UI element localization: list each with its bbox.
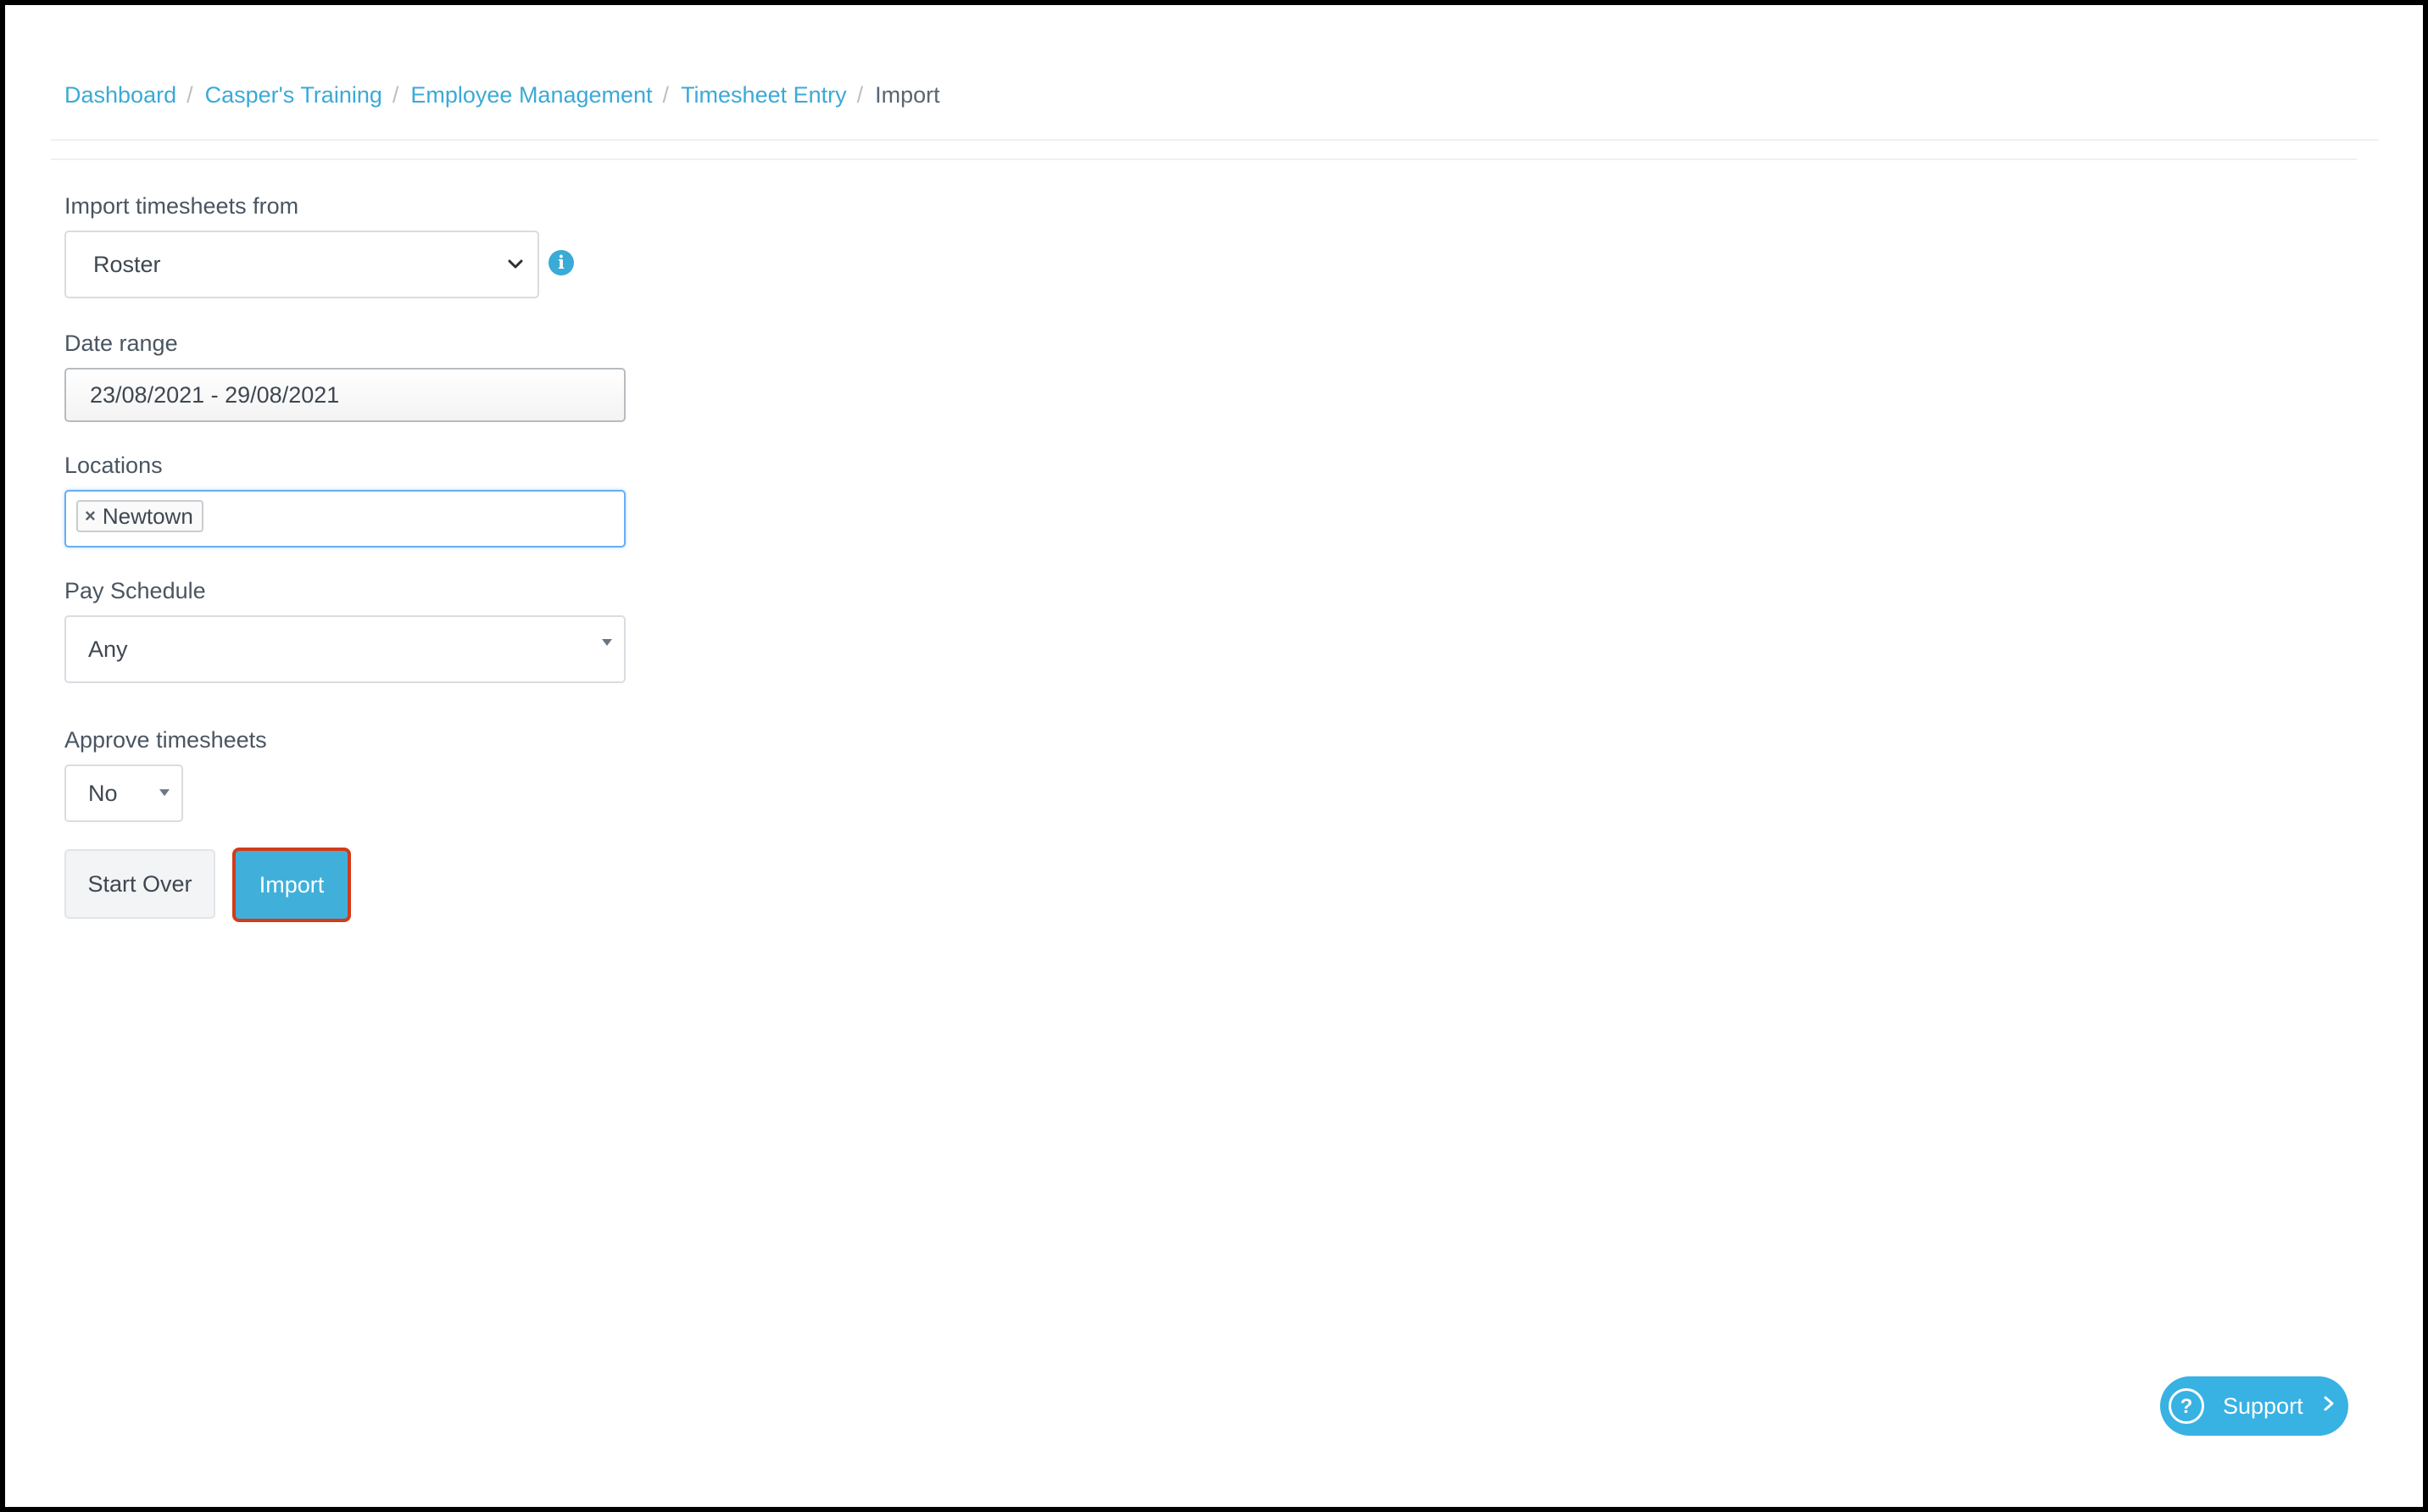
info-icon[interactable]: i bbox=[549, 250, 574, 275]
chevron-down-icon bbox=[508, 259, 523, 269]
breadcrumb-separator: / bbox=[856, 81, 864, 108]
pay-schedule-select[interactable]: Any bbox=[64, 615, 626, 683]
date-range-label: Date range bbox=[64, 331, 178, 356]
location-tag-label: Newtown bbox=[102, 503, 193, 529]
import-from-label: Import timesheets from bbox=[64, 193, 299, 219]
chevron-right-icon bbox=[2324, 1396, 2334, 1411]
breadcrumb-current: Import bbox=[875, 81, 940, 108]
section-divider bbox=[51, 158, 2357, 160]
breadcrumb: Dashboard / Casper's Training / Employee… bbox=[64, 78, 940, 112]
breadcrumb-separator: / bbox=[662, 81, 670, 108]
pay-schedule-value: Any bbox=[88, 636, 128, 662]
locations-multiselect[interactable]: × Newtown bbox=[64, 490, 626, 548]
pay-schedule-label: Pay Schedule bbox=[64, 578, 206, 603]
help-circle-icon: ? bbox=[2169, 1388, 2204, 1424]
breadcrumb-employee-management[interactable]: Employee Management bbox=[410, 82, 652, 108]
import-from-value: Roster bbox=[93, 251, 161, 277]
approve-timesheets-value: No bbox=[88, 780, 118, 806]
caret-down-icon bbox=[159, 789, 170, 797]
approve-timesheets-label: Approve timesheets bbox=[64, 727, 267, 753]
import-from-select[interactable]: Roster bbox=[64, 231, 539, 298]
breadcrumb-separator: / bbox=[392, 81, 399, 108]
remove-tag-icon[interactable]: × bbox=[85, 505, 96, 527]
header-divider bbox=[51, 139, 2379, 141]
approve-timesheets-select[interactable]: No bbox=[64, 764, 183, 822]
breadcrumb-separator: / bbox=[187, 81, 193, 108]
caret-down-icon bbox=[602, 639, 612, 646]
date-range-value: 23/08/2021 - 29/08/2021 bbox=[90, 381, 340, 408]
page: Dashboard / Casper's Training / Employee… bbox=[5, 5, 2423, 1507]
support-label: Support bbox=[2223, 1392, 2303, 1419]
import-button[interactable]: Import bbox=[232, 848, 351, 922]
breadcrumb-timesheet-entry[interactable]: Timesheet Entry bbox=[681, 82, 847, 108]
support-button[interactable]: ? Support bbox=[2160, 1376, 2348, 1436]
breadcrumb-dashboard[interactable]: Dashboard bbox=[64, 82, 176, 108]
start-over-button[interactable]: Start Over bbox=[64, 849, 215, 919]
location-tag: × Newtown bbox=[76, 500, 203, 532]
breadcrumb-caspers-training[interactable]: Casper's Training bbox=[205, 82, 382, 108]
locations-label: Locations bbox=[64, 453, 163, 478]
date-range-input[interactable]: 23/08/2021 - 29/08/2021 bbox=[64, 368, 626, 422]
